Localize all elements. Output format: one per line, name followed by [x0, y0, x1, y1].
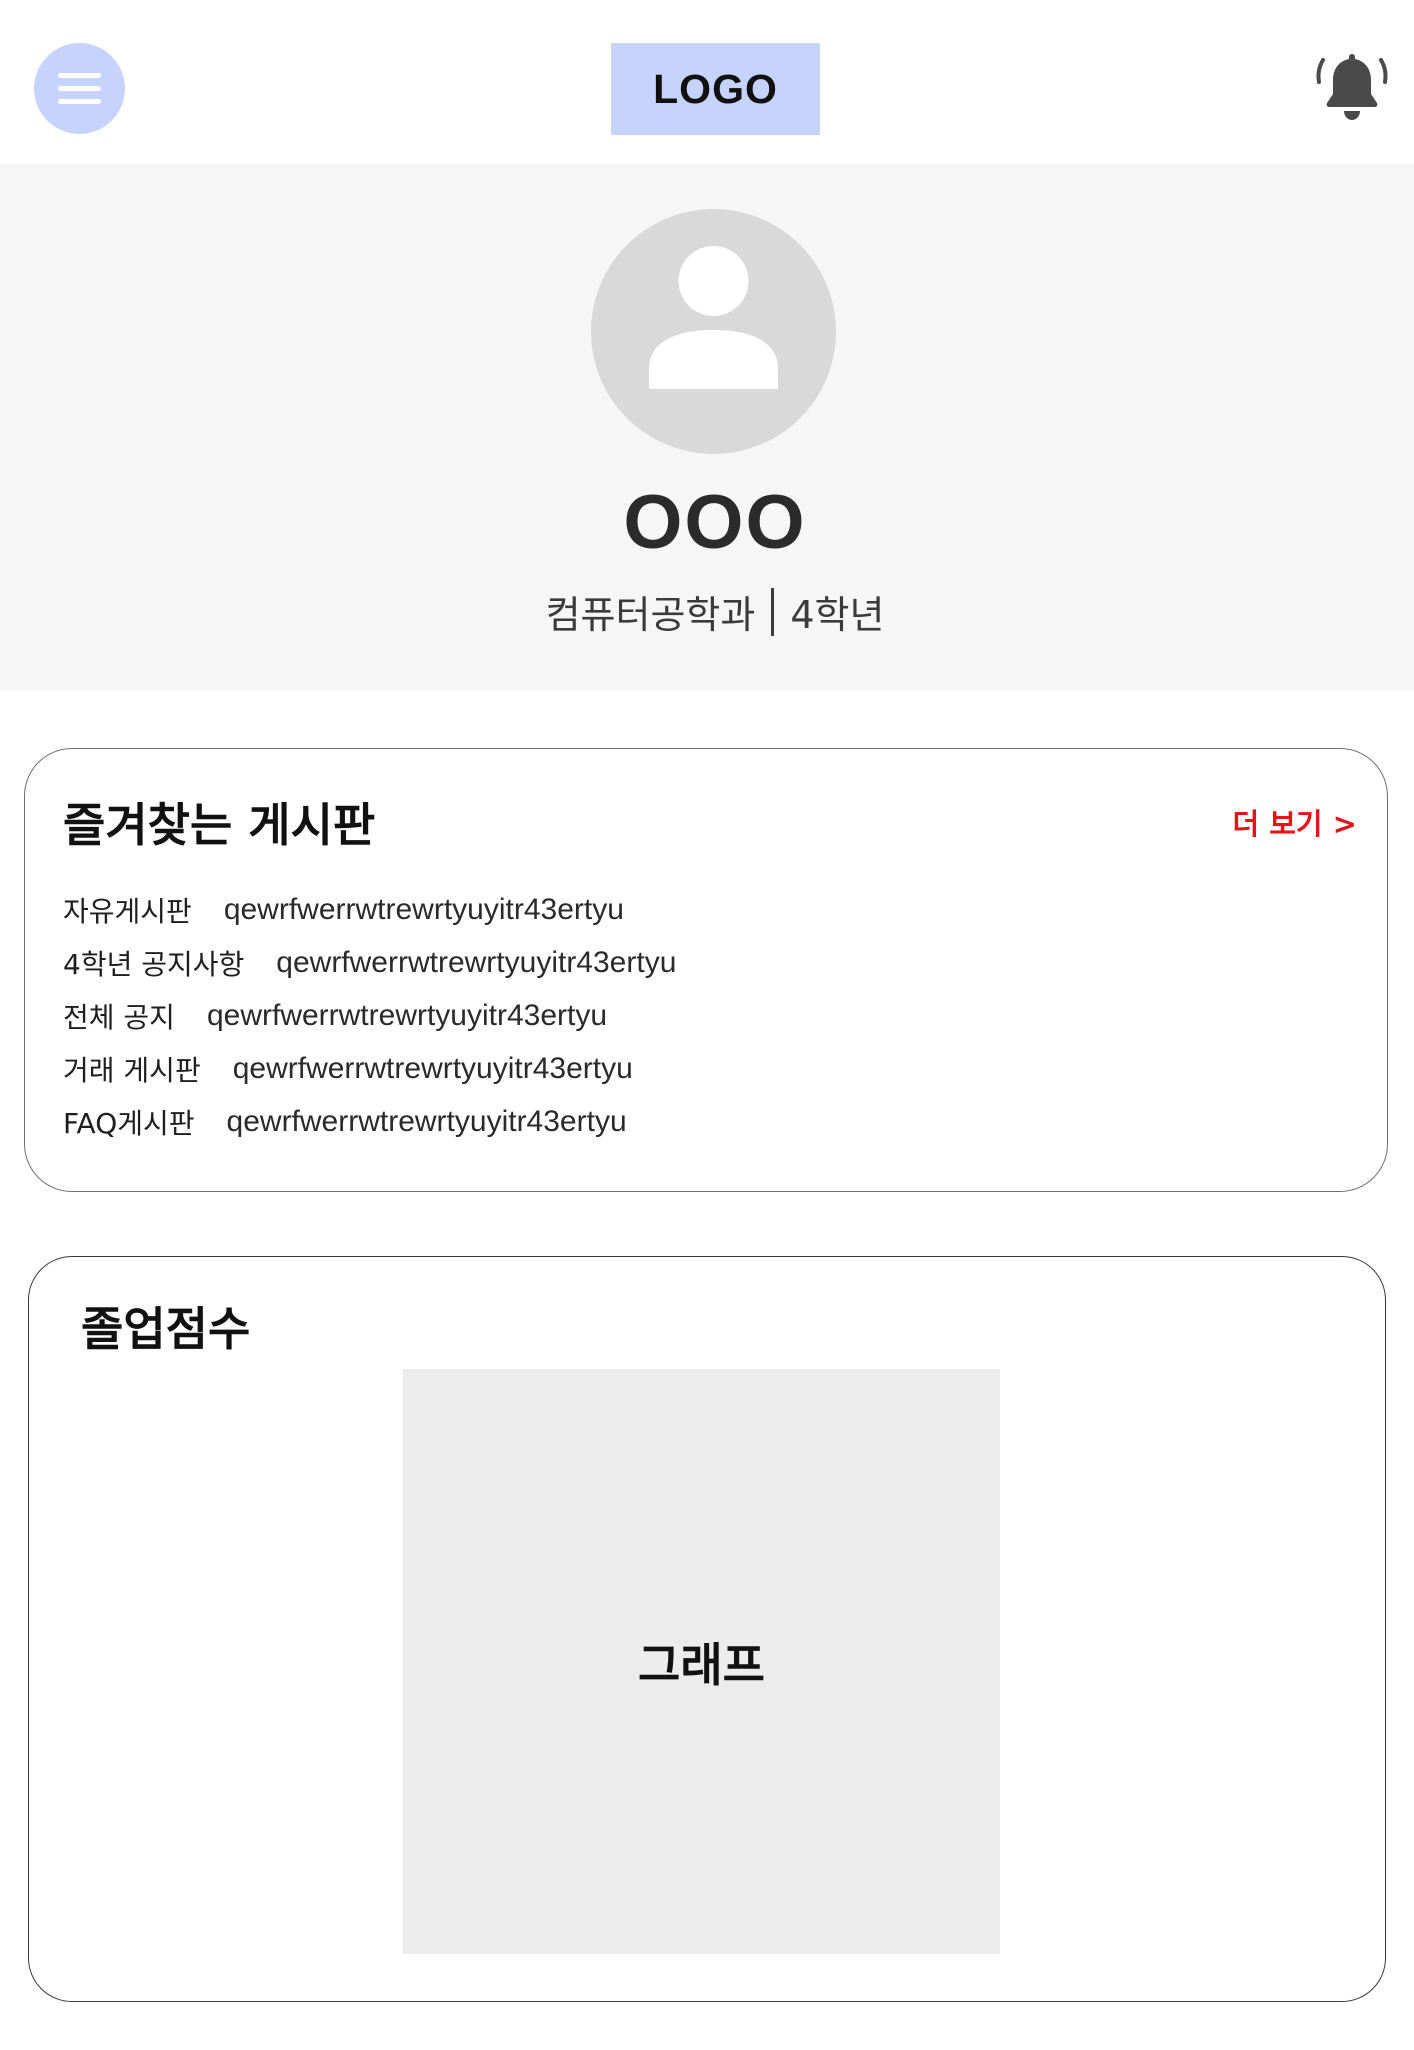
board-preview: qewrfwerrwtrewrtyuyitr43ertyu [276, 945, 677, 979]
board-name: FAQ게시판 [63, 1106, 195, 1140]
user-placeholder-icon [649, 246, 778, 389]
graduation-score-title: 졸업점수 [81, 1302, 251, 1356]
board-preview: qewrfwerrwtrewrtyuyitr43ertyu [226, 1104, 627, 1138]
board-name: 거래 게시판 [63, 1053, 201, 1087]
board-name: 자유게시판 [63, 894, 192, 928]
favorite-boards-title: 즐겨찾는 게시판 [63, 798, 376, 852]
graduation-score-card: 졸업점수 그래프 [28, 1256, 1386, 2002]
more-link[interactable]: 더 보기 > [1232, 801, 1357, 843]
profile-name: OOO [623, 480, 807, 565]
favorite-boards-card: 즐겨찾는 게시판 더 보기 > 자유게시판 qewrfwerrwtrewrtyu… [24, 748, 1388, 1192]
board-preview: qewrfwerrwtrewrtyuyitr43ertyu [223, 892, 624, 926]
profile-grade: 4학년 [790, 593, 885, 637]
logo-text: LOGO [653, 65, 778, 112]
meta-divider [771, 587, 775, 636]
list-item[interactable]: 전체 공지 qewrfwerrwtrewrtyuyitr43ertyu [63, 989, 676, 1042]
avatar[interactable] [591, 209, 836, 454]
menu-button[interactable] [34, 43, 125, 134]
list-item[interactable]: 거래 게시판 qewrfwerrwtrewrtyuyitr43ertyu [63, 1042, 676, 1095]
hamburger-menu-icon [58, 73, 101, 104]
profile-department: 컴퓨터공학과 [545, 593, 756, 637]
notification-button[interactable] [1313, 50, 1391, 124]
board-name: 전체 공지 [63, 1000, 175, 1034]
graph-label: 그래프 [638, 1637, 765, 1692]
bell-icon [1316, 54, 1388, 120]
profile-section: OOO 컴퓨터공학과 4학년 [0, 164, 1414, 690]
board-preview: qewrfwerrwtrewrtyuyitr43ertyu [206, 998, 608, 1032]
profile-meta: 컴퓨터공학과 4학년 [0, 584, 1414, 639]
board-name: 4학년 공지사항 [63, 947, 245, 981]
list-item[interactable]: FAQ게시판 qewrfwerrwtrewrtyuyitr43ertyu [63, 1095, 676, 1148]
list-item[interactable]: 자유게시판 qewrfwerrwtrewrtyuyitr43ertyu [63, 883, 676, 936]
favorite-boards-list: 자유게시판 qewrfwerrwtrewrtyuyitr43ertyu 4학년 … [63, 883, 676, 1148]
board-preview: qewrfwerrwtrewrtyuyitr43ertyu [232, 1051, 633, 1085]
list-item[interactable]: 4학년 공지사항 qewrfwerrwtrewrtyuyitr43ertyu [63, 936, 676, 989]
app-header: LOGO [0, 0, 1414, 164]
logo[interactable]: LOGO [611, 43, 820, 135]
graph-placeholder: 그래프 [403, 1369, 1000, 1954]
